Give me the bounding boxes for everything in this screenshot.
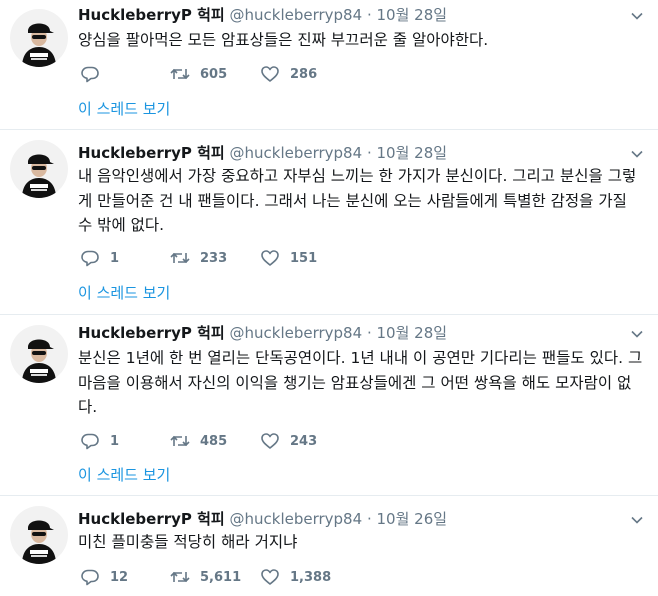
retweet-count: 605: [200, 66, 228, 82]
reply-count: 12: [110, 569, 129, 585]
reply-icon: [81, 66, 99, 83]
show-thread-link[interactable]: 이 스레드 보기: [78, 282, 170, 303]
tweet-actions: 605 286: [78, 64, 478, 84]
heart-icon: [261, 569, 279, 585]
like-count: 243: [290, 433, 318, 449]
tweet-header: HuckleberryP 헉피 @huckleberryp84 · 10월 28…: [78, 4, 447, 26]
username[interactable]: @huckleberryp84: [230, 510, 363, 528]
tweet-text: 분신은 1년에 한 번 열리는 단독공연이다. 1년 내내 이 공연만 기다리는…: [78, 349, 643, 416]
retweet-icon: [170, 252, 190, 264]
reply-button[interactable]: 1: [80, 431, 119, 451]
separator: ·: [366, 144, 372, 162]
reply-count: 1: [110, 433, 120, 449]
retweet-icon: [170, 571, 190, 583]
separator: ·: [366, 324, 372, 342]
chevron-down-icon[interactable]: [630, 513, 644, 527]
timestamp[interactable]: 10월 28일: [377, 324, 448, 342]
show-thread-link[interactable]: 이 스레드 보기: [78, 98, 170, 119]
reply-button[interactable]: [80, 64, 110, 84]
like-count: 1,388: [290, 569, 332, 585]
heart-icon: [261, 250, 279, 266]
tweet-feed: HuckleberryP 헉피 @huckleberryp84 · 10월 28…: [0, 0, 658, 596]
retweet-button[interactable]: 233: [170, 248, 227, 268]
retweet-button[interactable]: 605: [170, 64, 227, 84]
display-name[interactable]: HuckleberryP 헉피: [78, 324, 225, 342]
retweet-button[interactable]: 485: [170, 431, 227, 451]
retweet-icon: [170, 435, 190, 447]
chevron-down-icon[interactable]: [630, 327, 644, 341]
tweet-text: 양심을 팔아먹은 모든 암표상들은 진짜 부끄러운 줄 알아야한다.: [78, 31, 489, 49]
retweet-count: 5,611: [200, 569, 242, 585]
tweet-text: 미친 플미충들 적당히 해라 거지냐: [78, 533, 298, 551]
username[interactable]: @huckleberryp84: [230, 324, 363, 342]
heart-icon: [261, 433, 279, 449]
username[interactable]: @huckleberryp84: [230, 6, 363, 24]
tweet[interactable]: HuckleberryP 헉피 @huckleberryp84 · 10월 28…: [0, 0, 658, 130]
avatar-image: [10, 506, 68, 564]
tweet-actions: 1 485 243: [78, 431, 478, 451]
reply-button[interactable]: 1: [80, 248, 119, 268]
display-name[interactable]: HuckleberryP 헉피: [78, 510, 225, 528]
avatar[interactable]: [10, 140, 68, 198]
like-button[interactable]: 151: [260, 248, 317, 268]
avatar[interactable]: [10, 9, 68, 67]
display-name[interactable]: HuckleberryP 헉피: [78, 6, 225, 24]
tweet-actions: 12 5,611 1,388: [78, 567, 478, 587]
reply-icon: [81, 569, 99, 586]
display-name[interactable]: HuckleberryP 헉피: [78, 144, 225, 162]
like-count: 151: [290, 250, 318, 266]
heart-icon: [261, 66, 279, 82]
tweet[interactable]: HuckleberryP 헉피 @huckleberryp84 · 10월 28…: [0, 131, 658, 315]
tweet-text: 내 음악인생에서 가장 중요하고 자부심 느끼는 한 가지가 분신이다. 그리고…: [78, 167, 637, 234]
tweet-header: HuckleberryP 헉피 @huckleberryp84 · 10월 26…: [78, 508, 447, 530]
tweet[interactable]: HuckleberryP 헉피 @huckleberryp84 · 10월 26…: [0, 497, 658, 596]
timestamp[interactable]: 10월 28일: [377, 6, 448, 24]
reply-icon: [81, 433, 99, 450]
avatar[interactable]: [10, 506, 68, 564]
tweet-header: HuckleberryP 헉피 @huckleberryp84 · 10월 28…: [78, 142, 447, 164]
retweet-count: 233: [200, 250, 228, 266]
timestamp[interactable]: 10월 26일: [377, 510, 448, 528]
avatar-image: [10, 325, 68, 383]
tweet-actions: 1 233 151: [78, 248, 478, 268]
avatar[interactable]: [10, 325, 68, 383]
retweet-icon: [170, 68, 190, 80]
avatar-image: [10, 9, 68, 67]
username[interactable]: @huckleberryp84: [230, 144, 363, 162]
reply-icon: [81, 250, 99, 267]
show-thread-link[interactable]: 이 스레드 보기: [78, 464, 170, 485]
chevron-down-icon[interactable]: [630, 147, 644, 161]
separator: ·: [366, 6, 372, 24]
tweet-header: HuckleberryP 헉피 @huckleberryp84 · 10월 28…: [78, 322, 447, 344]
reply-count: 1: [110, 250, 120, 266]
like-count: 286: [290, 66, 318, 82]
separator: ·: [366, 510, 372, 528]
tweet[interactable]: HuckleberryP 헉피 @huckleberryp84 · 10월 28…: [0, 316, 658, 496]
like-button[interactable]: 286: [260, 64, 317, 84]
retweet-button[interactable]: 5,611: [170, 567, 241, 587]
like-button[interactable]: 1,388: [260, 567, 331, 587]
avatar-image: [10, 140, 68, 198]
chevron-down-icon[interactable]: [630, 9, 644, 23]
timestamp[interactable]: 10월 28일: [377, 144, 448, 162]
like-button[interactable]: 243: [260, 431, 317, 451]
retweet-count: 485: [200, 433, 228, 449]
reply-button[interactable]: 12: [80, 567, 128, 587]
